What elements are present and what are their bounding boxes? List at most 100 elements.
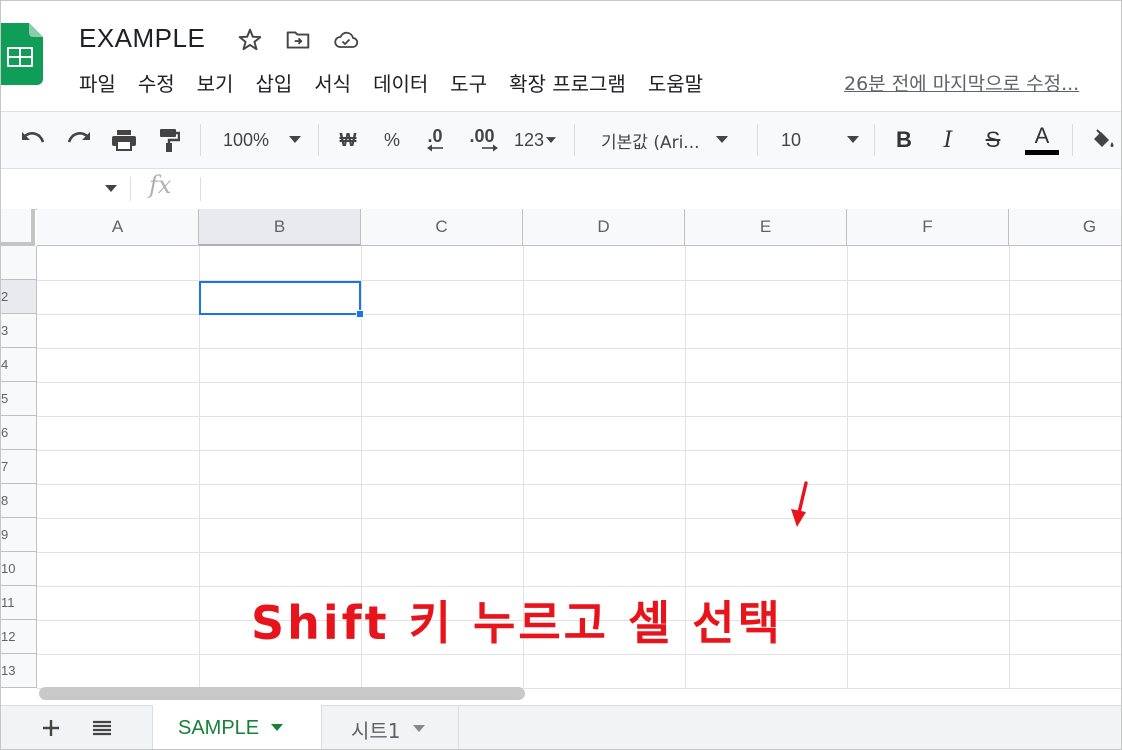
chevron-down-icon: [546, 136, 557, 143]
chevron-down-icon: [715, 136, 728, 143]
paint-format-icon: [160, 129, 180, 152]
menu-edit[interactable]: 수정: [138, 70, 175, 98]
sheet-tab-label: 시트1: [351, 718, 401, 743]
column-header-c[interactable]: C: [361, 209, 523, 246]
percent-symbol: %: [383, 129, 400, 150]
toolbar-divider: [318, 124, 319, 156]
paint-format-button[interactable]: [151, 112, 187, 168]
column-header-d[interactable]: D: [523, 209, 685, 246]
gridline: [1009, 246, 1010, 689]
fx-icon: fx: [149, 171, 172, 199]
gridline: [37, 382, 1121, 383]
toolbar-divider: [757, 124, 758, 156]
chevron-down-icon[interactable]: [271, 724, 284, 732]
row-header-4[interactable]: 4: [1, 348, 37, 382]
arrow-left-icon: [427, 144, 443, 152]
gridline: [847, 246, 848, 689]
menu-tools[interactable]: 도구: [450, 70, 487, 98]
menu-file[interactable]: 파일: [79, 70, 116, 98]
row-header-7[interactable]: 7: [1, 450, 37, 484]
gridline: [37, 450, 1121, 451]
fill-handle[interactable]: [356, 310, 364, 318]
bold-label: B: [896, 127, 912, 152]
zoom-select[interactable]: 100%: [213, 112, 313, 168]
chevron-down-icon: [847, 136, 860, 143]
font-family-select[interactable]: 기본값 (Ari...: [589, 112, 749, 168]
spreadsheet-window: EXAMPLE 파일 수정 보기 삽입 서식 데이터 도구 확장 프로그램 도움…: [0, 0, 1122, 750]
strikethrough-label: S: [985, 127, 1001, 152]
column-header-g[interactable]: G: [1009, 209, 1121, 246]
last-edit-link[interactable]: 26분 전에 마지막으로 수정...: [844, 70, 1079, 98]
menu-insert[interactable]: 삽입: [255, 70, 292, 98]
all-sheets-menu-icon[interactable]: [90, 716, 114, 740]
more-formats-label: 123: [513, 129, 545, 150]
chevron-down-icon: [289, 136, 302, 143]
formula-divider: [200, 177, 201, 201]
menu-data[interactable]: 데이터: [373, 70, 428, 98]
decrease-decimal-button[interactable]: .0: [417, 112, 453, 168]
gridline: [37, 484, 1121, 485]
toolbar: 100% ₩ % .0 .00 123 기본값 (Ari... 10 B I S…: [1, 111, 1121, 168]
cloud-status-icon[interactable]: [333, 27, 359, 53]
name-box-dropdown-icon[interactable]: [105, 185, 117, 193]
add-sheet-button[interactable]: [39, 716, 63, 740]
redo-button[interactable]: [61, 112, 97, 168]
row-header-6[interactable]: 6: [1, 416, 37, 450]
row-header-10[interactable]: 10: [1, 552, 37, 586]
gridline: [37, 416, 1121, 417]
menu-view[interactable]: 보기: [197, 70, 234, 98]
toolbar-divider: [874, 124, 875, 156]
menu-extensions[interactable]: 확장 프로그램: [509, 70, 626, 98]
percent-format-button[interactable]: %: [375, 112, 409, 168]
formula-divider: [130, 177, 131, 201]
chevron-down-icon[interactable]: [412, 725, 425, 733]
row-header-13[interactable]: 13: [1, 654, 37, 688]
row-header-2[interactable]: 2: [1, 280, 37, 314]
arrow-right-icon: [482, 144, 498, 152]
row-header-9[interactable]: 9: [1, 518, 37, 552]
select-all-corner[interactable]: [1, 209, 35, 246]
horizontal-scrollbar[interactable]: [39, 687, 525, 700]
row-header-1[interactable]: [1, 246, 37, 280]
bold-button[interactable]: B: [887, 112, 921, 168]
move-to-folder-icon[interactable]: [285, 27, 311, 53]
row-header-8[interactable]: 8: [1, 484, 37, 518]
document-title[interactable]: EXAMPLE: [79, 23, 205, 54]
row-header-11[interactable]: 11: [1, 586, 37, 620]
selected-cell-b2[interactable]: [199, 281, 361, 315]
gridline: [37, 348, 1121, 349]
column-header-f[interactable]: F: [847, 209, 1009, 246]
formula-bar: fx: [1, 168, 1121, 210]
column-header-e[interactable]: E: [685, 209, 847, 246]
italic-button[interactable]: I: [931, 112, 965, 168]
more-formats-button[interactable]: 123: [507, 112, 563, 168]
sheet-tab-sample[interactable]: SAMPLE: [152, 705, 322, 749]
fill-color-button[interactable]: [1085, 112, 1121, 168]
increase-decimal-button[interactable]: .00: [463, 112, 501, 168]
undo-button[interactable]: [15, 112, 51, 168]
menu-help[interactable]: 도움말: [648, 70, 703, 98]
annotation-arrow-icon: [791, 481, 808, 527]
menu-format[interactable]: 서식: [314, 70, 351, 98]
row-header-12[interactable]: 12: [1, 620, 37, 654]
sheet-tab-label: SAMPLE: [178, 716, 260, 739]
font-size-select[interactable]: 10: [769, 112, 865, 168]
strikethrough-button[interactable]: S: [976, 112, 1010, 168]
column-header-b[interactable]: B: [199, 209, 361, 246]
sheet-tab-sheet1[interactable]: 시트1: [323, 706, 459, 749]
gridline: [37, 518, 1121, 519]
font-size-value: 10: [781, 129, 802, 150]
menu-bar: 파일 수정 보기 삽입 서식 데이터 도구 확장 프로그램 도움말: [79, 70, 725, 98]
formula-input[interactable]: [211, 169, 1111, 209]
italic-label: I: [943, 127, 953, 153]
print-button[interactable]: [105, 112, 143, 168]
decrease-decimal-label: .0: [427, 126, 443, 146]
increase-decimal-label: .00: [469, 126, 495, 146]
text-color-button[interactable]: A: [1023, 112, 1061, 168]
star-icon[interactable]: [237, 27, 263, 53]
currency-format-button[interactable]: ₩: [331, 112, 365, 168]
sheets-logo-icon[interactable]: [0, 23, 43, 85]
row-header-3[interactable]: 3: [1, 314, 37, 348]
column-header-a[interactable]: A: [37, 209, 199, 246]
row-header-5[interactable]: 5: [1, 382, 37, 416]
